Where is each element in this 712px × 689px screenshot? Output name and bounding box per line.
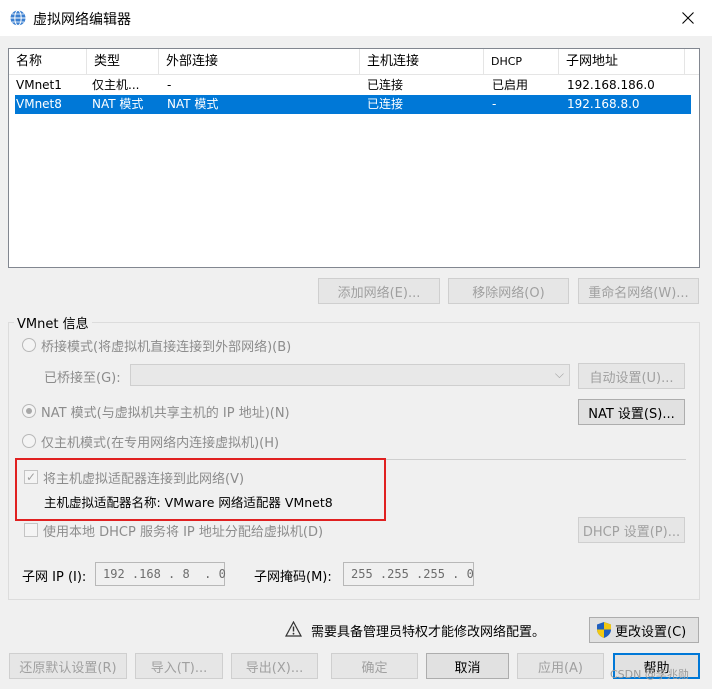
column-header-type[interactable]: 类型 [87,49,159,75]
cell-dhcp: - [492,97,497,111]
subnet-mask-label: 子网掩码(M): [254,570,332,585]
ok-button[interactable]: 确定 [331,653,418,679]
cell-host: 已连接 [367,97,404,111]
add-network-button[interactable]: 添加网络(E)... [318,278,440,304]
cell-host: 已连接 [367,78,404,92]
cell-name: VMnet8 [16,97,62,111]
column-header-dhcp[interactable]: DHCP [484,49,559,75]
cell-type: NAT 模式 [92,97,144,111]
column-header-name[interactable]: 名称 [9,49,87,75]
admin-notice-text: 需要具备管理员特权才能修改网络配置。 [311,625,546,640]
column-header-external[interactable]: 外部连接 [159,49,360,75]
list-row-vmnet1[interactable]: VMnet1 仅主机... - 已连接 已启用 192.168.186.0 [15,76,691,95]
host-only-mode-radio[interactable] [22,434,36,448]
vmnet-info-title: VMnet 信息 [14,313,92,332]
bridged-to-select[interactable]: ⌵ [130,364,570,386]
remove-network-button[interactable]: 移除网络(O) [448,278,569,304]
nat-mode-radio[interactable] [22,404,36,418]
close-button[interactable] [670,4,706,32]
cell-type: 仅主机... [92,78,140,92]
watermark: CSDN @李兆勋 [610,668,689,681]
chevron-down-icon: ⌵ [554,367,564,381]
dhcp-label: 使用本地 DHCP 服务将 IP 地址分配给虚拟机(D) [43,525,324,540]
cell-name: VMnet1 [16,78,62,92]
change-settings-button[interactable]: 更改设置(C) [589,617,699,643]
list-row-vmnet8[interactable]: VMnet8 NAT 模式 NAT 模式 已连接 - 192.168.8.0 [15,95,691,114]
change-settings-label: 更改设置(C) [615,624,687,640]
restore-defaults-button[interactable]: 还原默认设置(R) [9,653,127,679]
column-header-subnet[interactable]: 子网地址 [559,49,685,75]
subnet-ip-label: 子网 IP (I): [22,570,87,585]
export-button[interactable]: 导出(X)... [231,653,318,679]
auto-settings-button[interactable]: 自动设置(U)... [578,363,685,389]
subnet-ip-input[interactable]: 192 .168 . 8 . 0 [95,562,226,586]
cell-external: NAT 模式 [167,97,219,111]
annotation-highlight-box [15,458,386,521]
column-header-host[interactable]: 主机连接 [360,49,484,75]
cancel-button[interactable]: 取消 [426,653,509,679]
rename-network-button[interactable]: 重命名网络(W)... [578,278,699,304]
network-editor-icon [10,10,26,26]
list-header: 名称 类型 外部连接 主机连接 DHCP 子网地址 [9,49,699,75]
shield-icon [597,622,611,638]
bridged-to-label: 已桥接至(G): [44,371,121,386]
import-button[interactable]: 导入(T)... [135,653,223,679]
nat-settings-button[interactable]: NAT 设置(S)... [578,399,685,425]
title-bar: 虚拟网络编辑器 [0,0,712,36]
cell-subnet: 192.168.186.0 [567,78,655,92]
bridged-mode-label: 桥接模式(将虚拟机直接连接到外部网络)(B) [41,340,292,355]
dhcp-settings-button[interactable]: DHCP 设置(P)... [578,517,685,543]
bridged-mode-radio[interactable] [22,338,36,352]
nat-mode-label: NAT 模式(与虚拟机共享主机的 IP 地址)(N) [41,406,290,421]
cell-subnet: 192.168.8.0 [567,97,640,111]
window-title: 虚拟网络编辑器 [33,12,131,28]
cell-external: - [167,78,172,92]
network-list[interactable]: 名称 类型 外部连接 主机连接 DHCP 子网地址 VMnet1 仅主机... … [8,48,700,268]
warning-icon [285,621,302,637]
host-only-mode-label: 仅主机模式(在专用网络内连接虚拟机)(H) [41,436,280,451]
dhcp-checkbox[interactable] [24,523,38,537]
cell-dhcp: 已启用 [492,78,529,92]
subnet-mask-input[interactable]: 255 .255 .255 . 0 [343,562,474,586]
apply-button[interactable]: 应用(A) [517,653,604,679]
close-icon [682,12,694,24]
